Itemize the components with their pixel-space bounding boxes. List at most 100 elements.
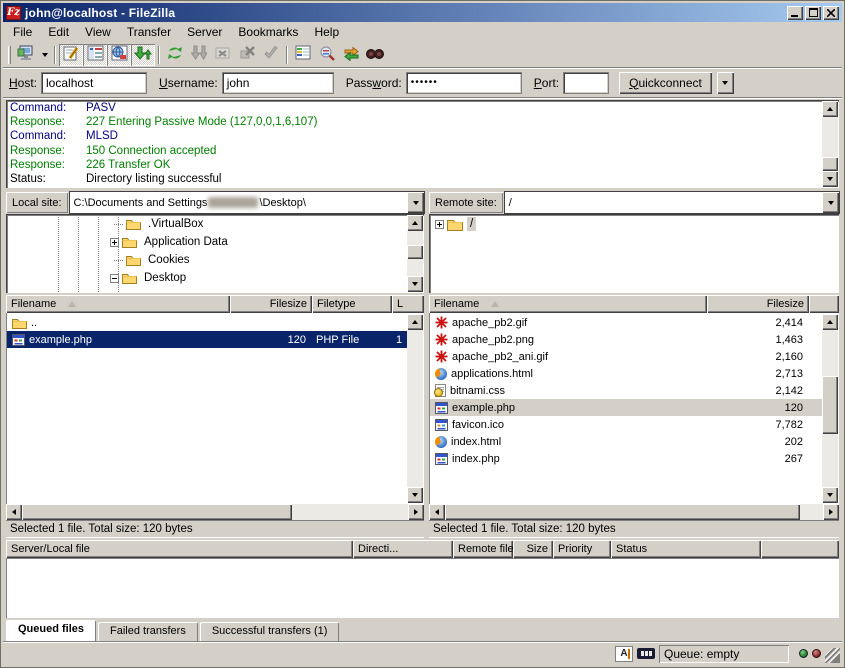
remote-site-dropdown[interactable] xyxy=(822,192,839,213)
scroll-down-button[interactable] xyxy=(822,487,838,503)
local-tree-scrollbar[interactable] xyxy=(407,215,423,292)
scroll-down-button[interactable] xyxy=(822,171,838,187)
compare-directories-button[interactable] xyxy=(315,44,339,66)
port-input[interactable] xyxy=(564,73,608,93)
synchronized-browsing-button[interactable] xyxy=(339,44,363,66)
scroll-left-button[interactable] xyxy=(6,504,22,520)
tab-queued-files[interactable]: Queued files xyxy=(6,620,96,641)
toggle-message-log-button[interactable] xyxy=(59,44,83,66)
username-input[interactable]: john xyxy=(223,73,333,93)
scroll-down-button[interactable] xyxy=(407,276,423,292)
column-header-remote-file[interactable]: Remote file xyxy=(453,540,513,558)
speed-limit-icon[interactable] xyxy=(637,648,655,659)
file-row[interactable]: favicon.ico 7,782 xyxy=(430,416,822,433)
remote-directory-tree[interactable]: / xyxy=(429,214,839,293)
file-row[interactable]: apache_pb2.png 1,463 xyxy=(430,331,822,348)
column-header-filetype[interactable]: Filetype xyxy=(312,295,392,313)
menu-server[interactable]: Server xyxy=(179,23,230,41)
column-header-priority[interactable]: Priority xyxy=(553,540,611,558)
password-input[interactable]: •••••• xyxy=(407,73,521,93)
file-row[interactable]: index.php 267 xyxy=(430,450,822,467)
tree-item-root[interactable]: / xyxy=(430,215,822,233)
scroll-right-button[interactable] xyxy=(823,504,839,520)
file-row-example-php[interactable]: example.php 120 PHP File 1 xyxy=(7,331,407,348)
tree-item-virtualbox[interactable]: .VirtualBox xyxy=(7,215,407,233)
remote-site-combo[interactable]: / xyxy=(505,192,839,213)
tab-successful-transfers[interactable]: Successful transfers (1) xyxy=(200,622,340,641)
file-row[interactable]: index.html 202 xyxy=(430,433,822,450)
site-manager-dropdown[interactable] xyxy=(38,44,51,66)
menu-view[interactable]: View xyxy=(77,23,119,41)
log-vertical-scrollbar[interactable] xyxy=(822,101,838,187)
file-row[interactable]: applications.html 2,713 xyxy=(430,365,822,382)
menu-edit[interactable]: Edit xyxy=(40,23,77,41)
column-header-filesize[interactable]: Filesize xyxy=(230,295,312,313)
local-file-list[interactable]: .. example.php 120 PHP File 1 xyxy=(6,313,424,504)
column-header-last-modified[interactable]: L xyxy=(392,295,424,313)
local-list-scrollbar[interactable] xyxy=(407,314,423,503)
scroll-right-button[interactable] xyxy=(408,504,424,520)
minimize-button[interactable] xyxy=(787,6,803,20)
host-input[interactable]: localhost xyxy=(42,73,146,93)
tree-item-desktop[interactable]: Desktop xyxy=(7,269,407,287)
toolbar-grip[interactable] xyxy=(8,46,11,64)
column-header-filename[interactable]: Filename xyxy=(6,295,230,313)
toggle-transfer-queue-button[interactable] xyxy=(131,44,155,66)
site-manager-button[interactable] xyxy=(14,44,38,66)
process-queue-button[interactable] xyxy=(187,44,211,66)
scroll-up-button[interactable] xyxy=(822,314,838,330)
scrollbar-thumb[interactable] xyxy=(22,504,292,520)
menu-file[interactable]: File xyxy=(5,23,40,41)
cancel-operation-button[interactable] xyxy=(211,44,235,66)
reconnect-button[interactable] xyxy=(259,44,283,66)
file-row[interactable]: bitnami.css 2,142 xyxy=(430,382,822,399)
tree-item-application-data[interactable]: Application Data xyxy=(7,233,407,251)
file-row[interactable]: apache_pb2.gif 2,414 xyxy=(430,314,822,331)
menu-bookmarks[interactable]: Bookmarks xyxy=(230,23,306,41)
scrollbar-thumb[interactable] xyxy=(407,245,423,259)
column-header-status[interactable]: Status xyxy=(611,540,761,558)
column-header-filesize[interactable]: Filesize xyxy=(707,295,809,313)
scrollbar-thumb[interactable] xyxy=(822,376,838,434)
find-files-button[interactable] xyxy=(363,44,387,66)
window-resize-grip[interactable] xyxy=(825,648,840,663)
file-row-example-php[interactable]: example.php 120 xyxy=(430,399,822,416)
menu-transfer[interactable]: Transfer xyxy=(119,23,179,41)
maximize-button[interactable] xyxy=(805,6,821,20)
scroll-up-button[interactable] xyxy=(407,314,423,330)
scrollbar-thumb[interactable] xyxy=(445,504,800,520)
message-log[interactable]: Command:PASV Response:227 Entering Passi… xyxy=(6,100,839,188)
refresh-button[interactable] xyxy=(163,44,187,66)
tree-expand-icon[interactable] xyxy=(110,238,119,247)
scroll-down-button[interactable] xyxy=(407,487,423,503)
toggle-remote-tree-button[interactable] xyxy=(107,44,131,66)
scroll-up-button[interactable] xyxy=(407,215,423,231)
remote-list-scrollbar[interactable] xyxy=(822,314,838,503)
title-bar[interactable]: Fz john@localhost - FileZilla xyxy=(3,3,842,22)
remote-file-list[interactable]: apache_pb2.gif 2,414 apache_pb2.png 1,46… xyxy=(429,313,839,504)
remote-horizontal-scrollbar[interactable] xyxy=(429,504,839,520)
local-site-combo[interactable]: C:\Documents and Settings\Desktop\ xyxy=(70,192,424,213)
file-row[interactable]: apache_pb2_ani.gif 2,160 xyxy=(430,348,822,365)
tree-item-cookies[interactable]: Cookies xyxy=(7,251,407,269)
column-header-server-local-file[interactable]: Server/Local file xyxy=(6,540,353,558)
local-horizontal-scrollbar[interactable] xyxy=(6,504,424,520)
queue-list[interactable] xyxy=(6,558,839,618)
close-button[interactable] xyxy=(823,6,839,20)
toggle-local-tree-button[interactable] xyxy=(83,44,107,66)
column-header-size[interactable]: Size xyxy=(513,540,553,558)
scroll-left-button[interactable] xyxy=(429,504,445,520)
ascii-transfer-type-icon[interactable]: A xyxy=(615,646,633,662)
local-directory-tree[interactable]: .VirtualBox Application Data Cookies xyxy=(6,214,424,293)
quickconnect-dropdown[interactable] xyxy=(717,72,734,94)
tree-expand-icon[interactable] xyxy=(435,220,444,229)
local-site-dropdown[interactable] xyxy=(407,192,424,213)
column-header-direction[interactable]: Directi... xyxy=(353,540,453,558)
scroll-up-button[interactable] xyxy=(822,101,838,117)
file-row-parent-dir[interactable]: .. xyxy=(7,314,407,331)
filter-button[interactable] xyxy=(291,44,315,66)
scrollbar-thumb[interactable] xyxy=(822,157,838,171)
menu-help[interactable]: Help xyxy=(306,23,347,41)
quickconnect-button[interactable]: Quickconnect xyxy=(619,72,712,94)
tab-failed-transfers[interactable]: Failed transfers xyxy=(98,622,198,641)
